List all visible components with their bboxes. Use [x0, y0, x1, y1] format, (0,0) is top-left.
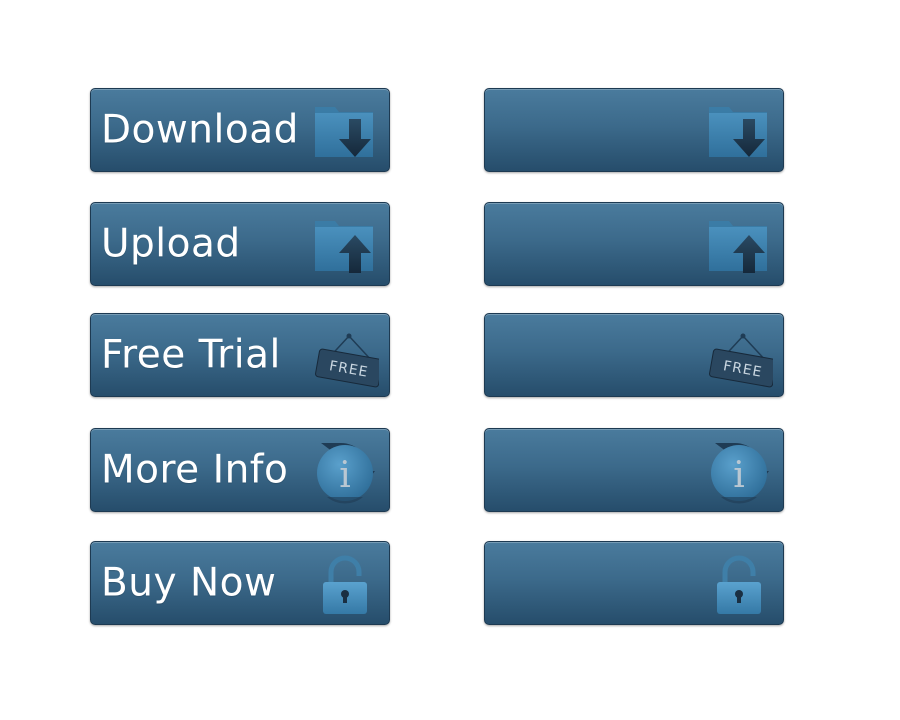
- free-trial-icon-button[interactable]: FREE: [484, 313, 784, 397]
- info-icon: i: [705, 437, 773, 505]
- download-folder-icon: [311, 97, 379, 165]
- button-sheet: { "buttons": [ {"label": "Download", "ic…: [0, 0, 900, 720]
- upload-button-label: Upload: [101, 221, 241, 267]
- upload-icon-button[interactable]: [484, 202, 784, 286]
- buy-now-icon-button[interactable]: [484, 541, 784, 625]
- free-trial-button[interactable]: Free Trial FREE: [90, 313, 390, 397]
- padlock-icon: [311, 550, 379, 618]
- padlock-icon: [705, 550, 773, 618]
- more-info-icon-button[interactable]: i: [484, 428, 784, 512]
- upload-folder-icon: [311, 211, 379, 279]
- download-button-label: Download: [101, 107, 299, 153]
- upload-button[interactable]: Upload: [90, 202, 390, 286]
- free-trial-button-label: Free Trial: [101, 332, 281, 378]
- download-button[interactable]: Download: [90, 88, 390, 172]
- free-sign-icon: FREE: [705, 322, 773, 390]
- more-info-button-label: More Info: [101, 447, 289, 493]
- buy-now-button[interactable]: Buy Now: [90, 541, 390, 625]
- info-letter: i: [733, 455, 745, 496]
- download-folder-icon: [705, 97, 773, 165]
- download-icon-button[interactable]: [484, 88, 784, 172]
- info-letter: i: [339, 455, 351, 496]
- info-icon: i: [311, 437, 379, 505]
- buy-now-button-label: Buy Now: [101, 560, 277, 606]
- more-info-button[interactable]: More Info i: [90, 428, 390, 512]
- upload-folder-icon: [705, 211, 773, 279]
- free-sign-icon: FREE: [311, 322, 379, 390]
